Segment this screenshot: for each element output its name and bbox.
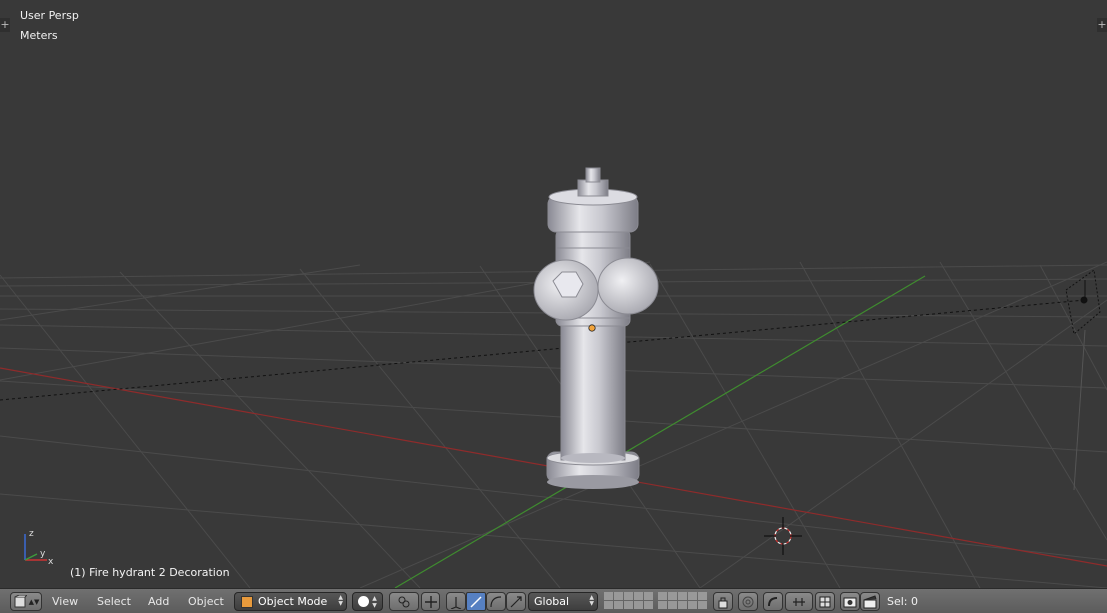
gizmo-y-label: y [40,549,46,559]
mode-selector[interactable]: Object Mode ▲ ▼ [234,592,347,611]
snap-target-toggle[interactable] [815,592,835,611]
snap-element-selector[interactable] [785,592,813,611]
layers-icon[interactable] [658,592,708,609]
manipulator-toggle[interactable] [421,592,440,611]
chevron-updown-icon: ▲ ▼ [589,594,594,607]
proportional-icon [742,596,754,607]
proportional-edit-toggle[interactable] [738,592,758,611]
transform-orientation-selector[interactable]: Global ▲ ▼ [528,592,598,611]
lock-camera-toggle[interactable] [713,592,733,611]
rotate-icon [470,595,482,608]
layers-group-b[interactable] [658,592,708,611]
view-name: User Persp [20,9,79,22]
gizmo-x-label: x [48,557,54,567]
axis-gizmo: z y x [24,529,54,567]
orientation-label: Global [534,595,570,608]
snap-icon [768,596,778,606]
manipulator-icon [424,595,437,608]
menu-view[interactable]: View [48,592,82,611]
shading-sphere-icon [358,596,370,607]
y-axis-line [394,275,926,588]
opengl-render-toggle[interactable] [860,592,880,611]
layers-icon[interactable] [604,592,654,609]
scale-icon [490,595,502,607]
selection-count: Sel: 0 [887,595,919,608]
scene-canvas: z y x [0,167,1107,588]
rotate-toggle[interactable] [466,592,486,611]
viewport-header: ▲▼ View Select Add Object Object Mode ▲ ▼… [0,588,1107,613]
camera-object [1065,269,1101,491]
menu-select[interactable]: Select [93,592,135,611]
snap-target-icon [793,597,805,606]
snap-grid-icon [819,596,831,607]
mode-label: Object Mode [258,595,328,608]
editor-type-icon [14,594,27,607]
translate-icon [450,596,462,609]
translate-toggle[interactable] [446,592,466,611]
render-icon [843,597,857,607]
rotate-arc-toggle[interactable] [486,592,506,611]
pivot-point-selector[interactable] [389,592,419,611]
units-label: Meters [20,29,58,42]
chevron-updown-icon: ▲ ▼ [338,594,343,607]
layers-group-a[interactable] [604,592,654,611]
properties-toggle-icon[interactable]: + [1097,18,1107,32]
object-mode-icon [241,596,253,608]
viewport-shading-selector[interactable]: ▲ ▼ [352,592,383,611]
menu-add[interactable]: Add [144,592,173,611]
snap-toggle[interactable] [763,592,783,611]
render-only-toggle[interactable] [840,592,860,611]
clapper-icon [863,594,877,608]
gizmo-z-label: z [29,529,34,539]
3d-viewport[interactable]: z y x User Persp Meters + + (1) Fire hyd… [0,0,1107,588]
lock-icon [718,597,728,608]
pivot-icon [398,596,410,607]
active-object-info: (1) Fire hydrant 2 Decoration [70,566,230,579]
menu-object[interactable]: Object [184,592,228,611]
toolshelf-toggle-icon[interactable]: + [0,18,10,32]
scale-arrow-icon [510,595,522,607]
scale-toggle[interactable] [506,592,526,611]
editor-type-selector[interactable]: ▲▼ [10,592,42,611]
fire-hydrant-model [533,167,659,489]
